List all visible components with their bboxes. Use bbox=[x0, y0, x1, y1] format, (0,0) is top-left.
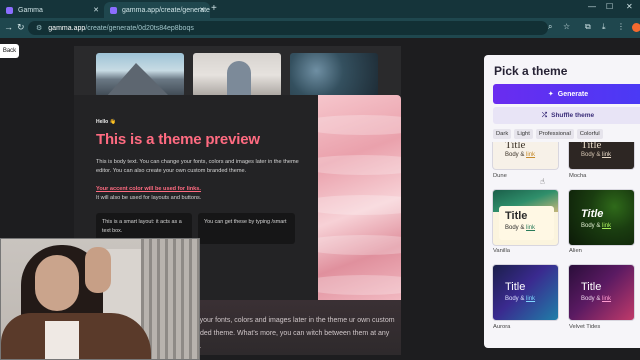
mouse-cursor-icon: ☝ bbox=[540, 177, 545, 186]
back-button[interactable]: Back bbox=[0, 44, 19, 58]
close-window-icon[interactable]: ✕ bbox=[626, 2, 633, 11]
preview-accent-link[interactable]: Your accent color will be used for links… bbox=[96, 186, 297, 192]
tab-title: Gamma bbox=[18, 6, 43, 14]
generate-label: Generate bbox=[557, 90, 589, 98]
mountain-image bbox=[96, 53, 184, 97]
gamma-favicon-icon bbox=[6, 6, 13, 14]
webcam-overlay bbox=[0, 238, 200, 360]
preview-footer-text: nge your fonts, colors and images later … bbox=[186, 317, 395, 350]
filter-professional[interactable]: Professional bbox=[535, 129, 574, 139]
site-info-icon[interactable]: ⚙ bbox=[36, 24, 42, 32]
download-icon[interactable]: ⤓ bbox=[602, 22, 606, 32]
theme-sample-body: Body & link bbox=[581, 152, 612, 158]
new-tab-icon[interactable]: + bbox=[211, 3, 217, 14]
theme-picker-panel: Pick a theme ✦ Generate ⤮ Shuffle theme … bbox=[484, 55, 640, 348]
generate-button[interactable]: ✦ Generate bbox=[493, 84, 640, 104]
url-path: /create/generate/0d20ts84ep8boqs bbox=[85, 24, 194, 32]
preview-body: This is body text. You can change your f… bbox=[96, 159, 299, 174]
theme-sample-title: Title bbox=[581, 142, 602, 151]
theme-sample-title: Title bbox=[581, 208, 604, 220]
person-image bbox=[193, 53, 281, 97]
shuffle-icon: ⤮ bbox=[541, 111, 548, 119]
zoom-icon[interactable]: ⌕ bbox=[548, 22, 552, 32]
theme-name: Velvet Tides bbox=[569, 324, 601, 330]
shuffle-theme-button[interactable]: ⤮ Shuffle theme bbox=[493, 107, 640, 124]
browser-tab-bar: Gamma ✕ gamma.app/create/generate ✕ + — … bbox=[0, 0, 640, 18]
theme-name: Vanilla bbox=[493, 248, 510, 254]
night-sky-image bbox=[290, 53, 378, 97]
shuffle-label: Shuffle theme bbox=[551, 112, 595, 119]
preview-title: This is a theme preview bbox=[96, 131, 260, 148]
bookmark-star-icon[interactable]: ☆ bbox=[563, 22, 570, 31]
url-host: gamma.app bbox=[48, 24, 86, 32]
theme-sample-title: Title bbox=[505, 210, 528, 222]
url-bar[interactable]: ⚙ gamma.app /create/generate/0d20ts84ep8… bbox=[28, 21, 548, 35]
theme-card-alien[interactable]: Title Body & link bbox=[568, 189, 635, 246]
tab-gamma[interactable]: Gamma ✕ bbox=[0, 2, 104, 18]
theme-card-mocha[interactable]: Title Body & link bbox=[568, 142, 635, 170]
preview-hello: Hello 👋 bbox=[96, 119, 116, 125]
filter-dark[interactable]: Dark bbox=[493, 129, 512, 139]
theme-sample-body: Body & link bbox=[505, 225, 536, 231]
theme-sample-body: Body & link bbox=[581, 223, 612, 229]
address-bar-row: → ↻ ⚙ gamma.app /create/generate/0d20ts8… bbox=[0, 18, 640, 38]
theme-card-aurora[interactable]: Title Body & link bbox=[492, 264, 559, 321]
minimize-icon[interactable]: — bbox=[588, 2, 596, 11]
theme-name: Mocha bbox=[569, 173, 587, 179]
tab-generate[interactable]: gamma.app/create/generate ✕ bbox=[104, 2, 210, 18]
smart-layout-box: You can get these by typing /smart bbox=[198, 213, 295, 244]
theme-sample-title: Title bbox=[581, 281, 602, 293]
theme-sample-body: Body & link bbox=[505, 152, 536, 158]
theme-sample-body: Body & link bbox=[581, 296, 612, 302]
theme-sample-title: Title bbox=[505, 142, 526, 151]
gamma-favicon-icon bbox=[110, 6, 117, 14]
extensions-icon[interactable]: ⧉ bbox=[585, 22, 591, 32]
close-icon[interactable]: ✕ bbox=[199, 6, 205, 14]
pink-fabric-image bbox=[318, 95, 401, 305]
filter-light[interactable]: Light bbox=[514, 129, 533, 139]
panel-title: Pick a theme bbox=[494, 64, 568, 78]
theme-filters: Dark Light Professional Colorful bbox=[493, 129, 603, 139]
preview-accent-sub: It will also be used for layouts and but… bbox=[96, 195, 202, 201]
theme-card-vanilla[interactable]: Title Body & link bbox=[492, 189, 559, 246]
theme-sample-title: Title bbox=[505, 281, 526, 293]
close-icon[interactable]: ✕ bbox=[93, 6, 99, 14]
profile-avatar[interactable] bbox=[632, 23, 640, 32]
image-strip bbox=[74, 46, 401, 97]
forward-icon[interactable]: → bbox=[4, 22, 13, 32]
menu-icon[interactable]: ⋮ bbox=[617, 22, 625, 31]
theme-card-velvet-tides[interactable]: Title Body & link bbox=[568, 264, 635, 321]
reload-icon[interactable]: ↻ bbox=[17, 22, 25, 33]
theme-card-dune[interactable]: Title Body & link bbox=[492, 142, 559, 170]
tab-title: gamma.app/create/generate bbox=[122, 6, 210, 14]
theme-sample-body: Body & link bbox=[505, 296, 536, 302]
theme-name: Dune bbox=[493, 173, 507, 179]
filter-colorful[interactable]: Colorful bbox=[576, 129, 603, 139]
theme-name: Alien bbox=[569, 248, 582, 254]
theme-name: Aurora bbox=[493, 324, 511, 330]
maximize-icon[interactable]: ☐ bbox=[606, 2, 613, 11]
sparkle-icon: ✦ bbox=[547, 91, 554, 98]
